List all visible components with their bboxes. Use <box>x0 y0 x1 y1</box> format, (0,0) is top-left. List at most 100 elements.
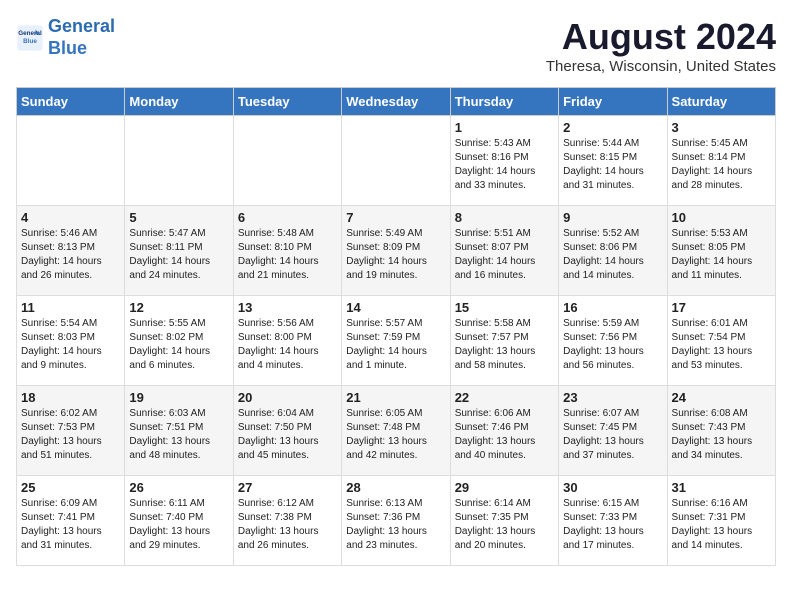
day-info: Sunrise: 6:13 AM Sunset: 7:36 PM Dayligh… <box>346 497 445 553</box>
day-number: 12 <box>129 300 228 315</box>
day-number: 17 <box>672 300 771 315</box>
calendar-cell: 28 Sunrise: 6:13 AM Sunset: 7:36 PM Dayli… <box>342 476 450 566</box>
day-number: 3 <box>672 120 771 135</box>
day-number: 18 <box>21 390 120 405</box>
main-title: August 2024 <box>546 16 776 58</box>
day-number: 4 <box>21 210 120 225</box>
calendar-cell: 17 Sunrise: 6:01 AM Sunset: 7:54 PM Dayli… <box>667 296 775 386</box>
day-header-friday: Friday <box>559 88 667 116</box>
calendar-cell: 3 Sunrise: 5:45 AM Sunset: 8:14 PM Daylig… <box>667 116 775 206</box>
day-info: Sunrise: 5:58 AM Sunset: 7:57 PM Dayligh… <box>455 317 554 373</box>
day-info: Sunrise: 5:49 AM Sunset: 8:09 PM Dayligh… <box>346 227 445 283</box>
day-info: Sunrise: 5:53 AM Sunset: 8:05 PM Dayligh… <box>672 227 771 283</box>
day-number: 29 <box>455 480 554 495</box>
day-number: 8 <box>455 210 554 225</box>
day-header-saturday: Saturday <box>667 88 775 116</box>
day-number: 2 <box>563 120 662 135</box>
day-number: 28 <box>346 480 445 495</box>
calendar-table: SundayMondayTuesdayWednesdayThursdayFrid… <box>16 87 776 566</box>
calendar-cell <box>233 116 341 206</box>
day-info: Sunrise: 6:07 AM Sunset: 7:45 PM Dayligh… <box>563 407 662 463</box>
day-info: Sunrise: 5:45 AM Sunset: 8:14 PM Dayligh… <box>672 137 771 193</box>
day-info: Sunrise: 5:48 AM Sunset: 8:10 PM Dayligh… <box>238 227 337 283</box>
calendar-cell: 29 Sunrise: 6:14 AM Sunset: 7:35 PM Dayli… <box>450 476 558 566</box>
calendar-cell: 30Sunrise: 6:15 AM Sunset: 7:33 PM Dayli… <box>559 476 667 566</box>
subtitle: Theresa, Wisconsin, United States <box>546 58 776 75</box>
day-header-thursday: Thursday <box>450 88 558 116</box>
day-info: Sunrise: 6:09 AM Sunset: 7:41 PM Dayligh… <box>21 497 120 553</box>
calendar-cell <box>17 116 125 206</box>
day-info: Sunrise: 5:51 AM Sunset: 8:07 PM Dayligh… <box>455 227 554 283</box>
calendar-cell: 20 Sunrise: 6:04 AM Sunset: 7:50 PM Dayli… <box>233 386 341 476</box>
day-number: 6 <box>238 210 337 225</box>
day-number: 25 <box>21 480 120 495</box>
title-block: August 2024 Theresa, Wisconsin, United S… <box>546 16 776 75</box>
calendar-cell: 16 Sunrise: 5:59 AM Sunset: 7:56 PM Dayli… <box>559 296 667 386</box>
day-number: 23 <box>563 390 662 405</box>
day-info: Sunrise: 6:08 AM Sunset: 7:43 PM Dayligh… <box>672 407 771 463</box>
day-info: Sunrise: 6:16 AM Sunset: 7:31 PM Dayligh… <box>672 497 771 553</box>
day-info: Sunrise: 5:57 AM Sunset: 7:59 PM Dayligh… <box>346 317 445 373</box>
week-row-2: 4Sunrise: 5:46 AM Sunset: 8:13 PM Daylig… <box>17 206 776 296</box>
day-info: Sunrise: 6:11 AM Sunset: 7:40 PM Dayligh… <box>129 497 228 553</box>
calendar-cell: 6 Sunrise: 5:48 AM Sunset: 8:10 PM Daylig… <box>233 206 341 296</box>
calendar-cell: 12 Sunrise: 5:55 AM Sunset: 8:02 PM Dayli… <box>125 296 233 386</box>
day-info: Sunrise: 5:55 AM Sunset: 8:02 PM Dayligh… <box>129 317 228 373</box>
day-info: Sunrise: 6:14 AM Sunset: 7:35 PM Dayligh… <box>455 497 554 553</box>
calendar-header-row: SundayMondayTuesdayWednesdayThursdayFrid… <box>17 88 776 116</box>
day-info: Sunrise: 5:56 AM Sunset: 8:00 PM Dayligh… <box>238 317 337 373</box>
day-info: Sunrise: 6:06 AM Sunset: 7:46 PM Dayligh… <box>455 407 554 463</box>
calendar-cell: 27 Sunrise: 6:12 AM Sunset: 7:38 PM Dayli… <box>233 476 341 566</box>
week-row-1: 1 Sunrise: 5:43 AM Sunset: 8:16 PM Daylig… <box>17 116 776 206</box>
day-header-wednesday: Wednesday <box>342 88 450 116</box>
day-info: Sunrise: 5:54 AM Sunset: 8:03 PM Dayligh… <box>21 317 120 373</box>
calendar-cell: 10Sunrise: 5:53 AM Sunset: 8:05 PM Dayli… <box>667 206 775 296</box>
page-header: General Blue General Blue August 2024 Th… <box>16 16 776 75</box>
day-info: Sunrise: 5:43 AM Sunset: 8:16 PM Dayligh… <box>455 137 554 193</box>
day-number: 24 <box>672 390 771 405</box>
calendar-cell: 26 Sunrise: 6:11 AM Sunset: 7:40 PM Dayli… <box>125 476 233 566</box>
calendar-cell: 9 Sunrise: 5:52 AM Sunset: 8:06 PM Daylig… <box>559 206 667 296</box>
day-info: Sunrise: 5:52 AM Sunset: 8:06 PM Dayligh… <box>563 227 662 283</box>
day-header-monday: Monday <box>125 88 233 116</box>
day-info: Sunrise: 6:05 AM Sunset: 7:48 PM Dayligh… <box>346 407 445 463</box>
week-row-4: 18Sunrise: 6:02 AM Sunset: 7:53 PM Dayli… <box>17 386 776 476</box>
day-number: 20 <box>238 390 337 405</box>
day-info: Sunrise: 6:03 AM Sunset: 7:51 PM Dayligh… <box>129 407 228 463</box>
calendar-cell: 8 Sunrise: 5:51 AM Sunset: 8:07 PM Daylig… <box>450 206 558 296</box>
calendar-cell: 31Sunrise: 6:16 AM Sunset: 7:31 PM Dayli… <box>667 476 775 566</box>
day-info: Sunrise: 6:12 AM Sunset: 7:38 PM Dayligh… <box>238 497 337 553</box>
day-info: Sunrise: 5:47 AM Sunset: 8:11 PM Dayligh… <box>129 227 228 283</box>
day-number: 5 <box>129 210 228 225</box>
calendar-cell: 14Sunrise: 5:57 AM Sunset: 7:59 PM Dayli… <box>342 296 450 386</box>
week-row-5: 25 Sunrise: 6:09 AM Sunset: 7:41 PM Dayli… <box>17 476 776 566</box>
day-number: 19 <box>129 390 228 405</box>
day-number: 27 <box>238 480 337 495</box>
calendar-cell: 15 Sunrise: 5:58 AM Sunset: 7:57 PM Dayli… <box>450 296 558 386</box>
calendar-cell: 1 Sunrise: 5:43 AM Sunset: 8:16 PM Daylig… <box>450 116 558 206</box>
day-number: 9 <box>563 210 662 225</box>
logo-icon: General Blue <box>16 24 44 52</box>
day-number: 22 <box>455 390 554 405</box>
calendar-cell: 11 Sunrise: 5:54 AM Sunset: 8:03 PM Dayli… <box>17 296 125 386</box>
day-number: 30 <box>563 480 662 495</box>
day-number: 1 <box>455 120 554 135</box>
day-number: 26 <box>129 480 228 495</box>
svg-text:Blue: Blue <box>23 37 37 44</box>
day-header-sunday: Sunday <box>17 88 125 116</box>
week-row-3: 11 Sunrise: 5:54 AM Sunset: 8:03 PM Dayli… <box>17 296 776 386</box>
day-info: Sunrise: 5:59 AM Sunset: 7:56 PM Dayligh… <box>563 317 662 373</box>
day-info: Sunrise: 6:04 AM Sunset: 7:50 PM Dayligh… <box>238 407 337 463</box>
day-number: 15 <box>455 300 554 315</box>
calendar-cell <box>342 116 450 206</box>
day-number: 16 <box>563 300 662 315</box>
calendar-cell: 2Sunrise: 5:44 AM Sunset: 8:15 PM Daylig… <box>559 116 667 206</box>
calendar-cell: 19 Sunrise: 6:03 AM Sunset: 7:51 PM Dayli… <box>125 386 233 476</box>
day-number: 11 <box>21 300 120 315</box>
day-number: 7 <box>346 210 445 225</box>
calendar-cell: 21 Sunrise: 6:05 AM Sunset: 7:48 PM Dayli… <box>342 386 450 476</box>
day-number: 21 <box>346 390 445 405</box>
calendar-cell: 18Sunrise: 6:02 AM Sunset: 7:53 PM Dayli… <box>17 386 125 476</box>
calendar-cell: 23 Sunrise: 6:07 AM Sunset: 7:45 PM Dayli… <box>559 386 667 476</box>
day-info: Sunrise: 6:01 AM Sunset: 7:54 PM Dayligh… <box>672 317 771 373</box>
